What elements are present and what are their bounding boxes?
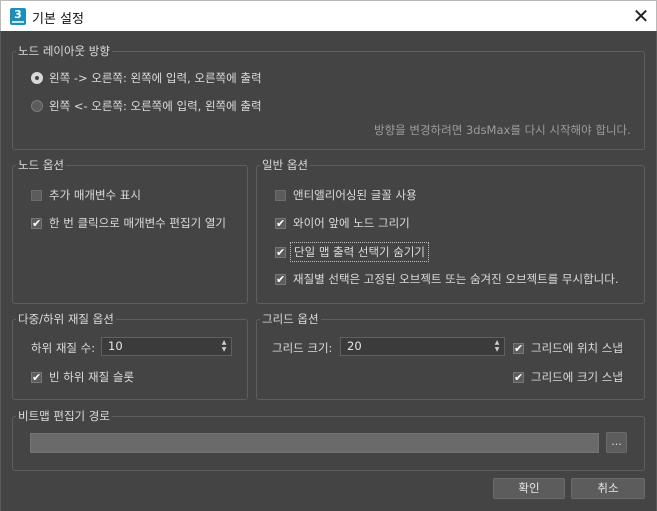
bitmap-editor-path-input[interactable] (30, 433, 599, 453)
checkbox-snap-position[interactable]: ✔ 그리드에 위치 스냅 (513, 340, 623, 356)
radio-label: 왼쪽 <- 오른쪽: 오른쪽에 입력, 왼쪽에 출력 (49, 99, 262, 113)
checkbox-checked[interactable]: ✔ (275, 217, 286, 229)
checkbox-checked[interactable]: ✔ (31, 217, 42, 229)
spinner-value: 10 (108, 339, 123, 353)
checkbox-show-extra-params[interactable]: 추가 매개변수 표시 (31, 187, 141, 203)
checkbox-label: 그리드에 크기 스냅 (531, 370, 623, 384)
checkbox-label: 한 번 클릭으로 매개변수 편집기 열기 (49, 216, 226, 230)
checkbox-checked[interactable]: ✔ (275, 273, 286, 285)
grid-size-label: 그리드 크기: (272, 341, 333, 355)
ok-button[interactable]: 확인 (493, 478, 565, 499)
browse-button[interactable]: ... (606, 432, 627, 453)
window-title: 기본 설정 (32, 12, 84, 27)
checkbox[interactable] (31, 189, 42, 201)
app-icon-text: 3 (14, 8, 22, 21)
node-options-label: 노드 옵션 (16, 157, 66, 173)
close-icon[interactable]: ✕ (629, 3, 653, 29)
checkbox-nodes-over-wires[interactable]: ✔ 와이어 앞에 노드 그리기 (275, 215, 410, 231)
spinner-arrows-icon[interactable]: ▲ ▼ (220, 339, 228, 353)
checkbox-checked[interactable]: ✔ (513, 342, 524, 354)
checkbox-hide-single-map-output[interactable]: ✔ 단일 맵 출력 선택기 숨기기 (275, 242, 430, 262)
checkbox-snap-size[interactable]: ✔ 그리드에 크기 스냅 (513, 369, 623, 385)
title-bar: 3 기본 설정 ✕ (0, 0, 657, 31)
checkbox-antialiased-fonts[interactable]: 앤티앨리어싱된 글꼴 사용 (275, 187, 417, 203)
radio-button-selected[interactable] (31, 72, 43, 84)
grid-options-label: 그리드 옵션 (260, 311, 321, 327)
restart-hint: 방향을 변경하려면 3dsMax를 다시 시작해야 합니다. (374, 123, 631, 137)
grid-options-group (256, 319, 645, 400)
app-3dsmax-icon: 3 (10, 8, 26, 25)
general-options-label: 일반 옵션 (260, 157, 310, 173)
checkbox-checked[interactable]: ✔ (275, 246, 286, 258)
sub-material-count-spinner[interactable]: 10 ▲ ▼ (101, 337, 232, 356)
checkbox-checked[interactable]: ✔ (31, 371, 42, 383)
radio-left-to-right[interactable]: 왼쪽 -> 오른쪽: 왼쪽에 입력, 오른쪽에 출력 (31, 70, 262, 86)
checkbox-empty-slots[interactable]: ✔ 빈 하위 재질 슬롯 (31, 369, 134, 385)
checkbox-label: 빈 하위 재질 슬롯 (49, 370, 135, 384)
checkbox-label: 와이어 앞에 노드 그리기 (293, 216, 410, 230)
sub-material-count-label: 하위 재질 수: (31, 341, 96, 355)
radio-right-to-left[interactable]: 왼쪽 <- 오른쪽: 오른쪽에 입력, 왼쪽에 출력 (31, 98, 262, 114)
spinner-arrows-icon[interactable]: ▲ ▼ (493, 339, 501, 353)
bitmap-editor-label: 비트맵 편집기 경로 (16, 408, 112, 424)
checkbox-label: 추가 매개변수 표시 (49, 188, 141, 202)
checkbox-single-click-editor[interactable]: ✔ 한 번 클릭으로 매개변수 편집기 열기 (31, 215, 226, 231)
checkbox-label: 단일 맵 출력 선택기 숨기기 (290, 242, 430, 262)
cancel-button[interactable]: 취소 (571, 478, 645, 499)
multi-material-group (12, 319, 248, 400)
checkbox-ignore-frozen-hidden[interactable]: ✔ 재질별 선택은 고정된 오브젝트 또는 숨겨진 오브젝트를 무시합니다. (275, 271, 618, 287)
grid-size-spinner[interactable]: 20 ▲ ▼ (340, 337, 505, 356)
node-options-group (12, 165, 248, 304)
checkbox-label: 앤티앨리어싱된 글꼴 사용 (293, 188, 417, 202)
checkbox-checked[interactable]: ✔ (513, 371, 524, 383)
checkbox-label: 재질별 선택은 고정된 오브젝트 또는 숨겨진 오브젝트를 무시합니다. (293, 272, 619, 286)
radio-button[interactable] (31, 100, 43, 112)
multi-material-label: 다중/하위 재질 옵션 (16, 311, 116, 327)
spinner-value: 20 (347, 339, 362, 353)
checkbox-label: 그리드에 위치 스냅 (531, 341, 623, 355)
layout-direction-label: 노드 레이아웃 방향 (16, 43, 112, 59)
checkbox[interactable] (275, 189, 286, 201)
radio-label: 왼쪽 -> 오른쪽: 왼쪽에 입력, 오른쪽에 출력 (49, 71, 262, 85)
